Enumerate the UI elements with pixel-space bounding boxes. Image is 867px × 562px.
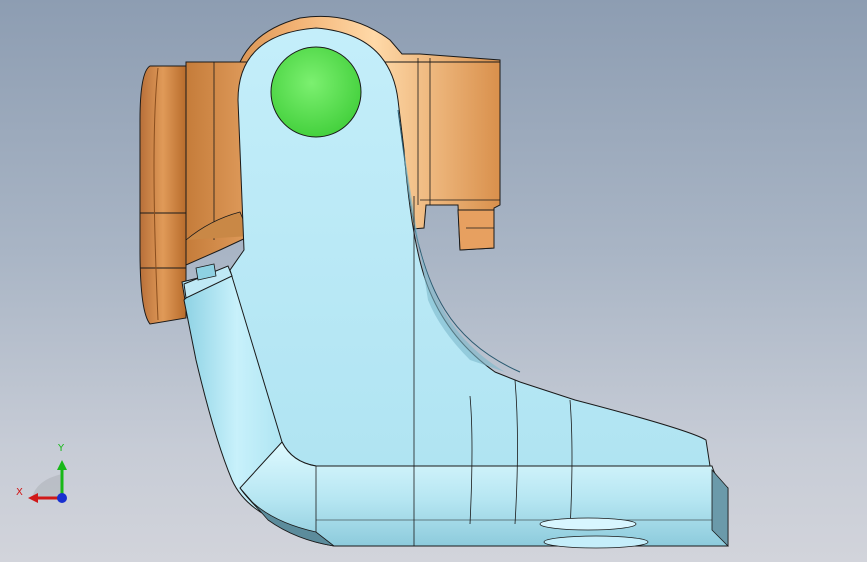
left-flange-part[interactable] bbox=[139, 65, 187, 325]
cad-viewport[interactable]: X Y bbox=[0, 0, 867, 562]
base-hole-upper[interactable] bbox=[539, 517, 637, 531]
triad-x-label: X bbox=[16, 487, 23, 498]
triad-y-label: Y bbox=[58, 443, 65, 454]
coordinate-triad bbox=[28, 460, 67, 503]
selected-hole-face[interactable] bbox=[270, 46, 362, 138]
cad-model[interactable] bbox=[0, 0, 867, 562]
triad-z-axis-icon bbox=[57, 493, 67, 503]
